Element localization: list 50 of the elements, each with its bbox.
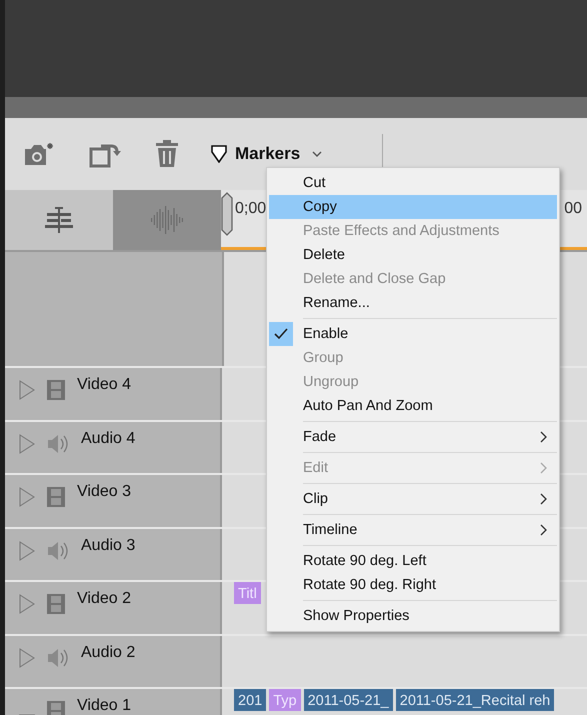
track-name: Video 1 <box>77 697 131 715</box>
menu-item[interactable]: Rename... <box>269 291 557 315</box>
menu-item[interactable]: Cut <box>269 171 557 195</box>
film-icon <box>47 594 65 614</box>
video-clip[interactable]: 2011-05-21_Recital reh <box>396 689 554 711</box>
menu-item[interactable]: Auto Pan And Zoom <box>269 394 557 418</box>
timecode-label: 0;00 <box>235 200 266 218</box>
track-header[interactable]: Video 1 <box>5 689 222 715</box>
menu-item[interactable]: Rotate 90 deg. Right <box>269 573 557 597</box>
collapse-triangle-icon[interactable] <box>19 648 35 668</box>
menu-item[interactable]: Delete <box>269 243 557 267</box>
video-clip[interactable]: 201 <box>234 689 266 711</box>
track-header[interactable]: Video 4 <box>5 368 222 420</box>
track-name: Audio 3 <box>81 536 136 554</box>
menu-item[interactable]: Show Properties <box>269 604 557 628</box>
track-name: Video 4 <box>77 376 131 394</box>
speaker-icon <box>47 648 69 668</box>
track-header[interactable]: Audio 2 <box>5 636 222 687</box>
speaker-icon <box>47 540 69 560</box>
trash-icon[interactable] <box>155 140 179 168</box>
track-header[interactable]: Video 3 <box>5 475 222 526</box>
menu-item[interactable]: Fade <box>269 425 557 449</box>
menu-item[interactable]: Copy <box>269 195 557 219</box>
menu-item[interactable]: Clip <box>269 487 557 511</box>
caret-icon[interactable] <box>312 151 322 157</box>
markers-label[interactable]: Markers <box>235 144 300 164</box>
track-header[interactable]: Video 2 <box>5 582 222 634</box>
film-icon <box>47 487 65 507</box>
track-layout-icon <box>43 206 75 234</box>
speaker-icon <box>47 434 69 454</box>
film-icon <box>47 701 65 715</box>
collapse-triangle-icon[interactable] <box>19 487 35 507</box>
collapse-triangle-icon[interactable] <box>19 380 35 400</box>
collapse-triangle-icon[interactable] <box>19 594 35 614</box>
track-header[interactable]: Audio 4 <box>5 422 222 473</box>
track-header[interactable]: Audio 3 <box>5 528 222 580</box>
track-name: Audio 2 <box>81 644 136 662</box>
menu-item[interactable]: Rotate 90 deg. Left <box>269 549 557 573</box>
track-name: Audio 4 <box>81 430 136 448</box>
timecode-label: 00 <box>564 200 582 218</box>
waveform-icon <box>149 205 185 235</box>
film-icon <box>47 380 65 400</box>
collapse-triangle-icon[interactable] <box>19 540 35 560</box>
menu-item[interactable]: Enable <box>269 322 557 346</box>
collapse-triangle-icon[interactable] <box>19 434 35 454</box>
track-name: Video 3 <box>77 483 131 501</box>
marker-icon[interactable] <box>211 145 227 163</box>
menu-item[interactable]: Timeline <box>269 518 557 542</box>
video-clip[interactable]: 2011-05-21_ <box>304 689 393 711</box>
track-name: Video 2 <box>77 590 131 608</box>
